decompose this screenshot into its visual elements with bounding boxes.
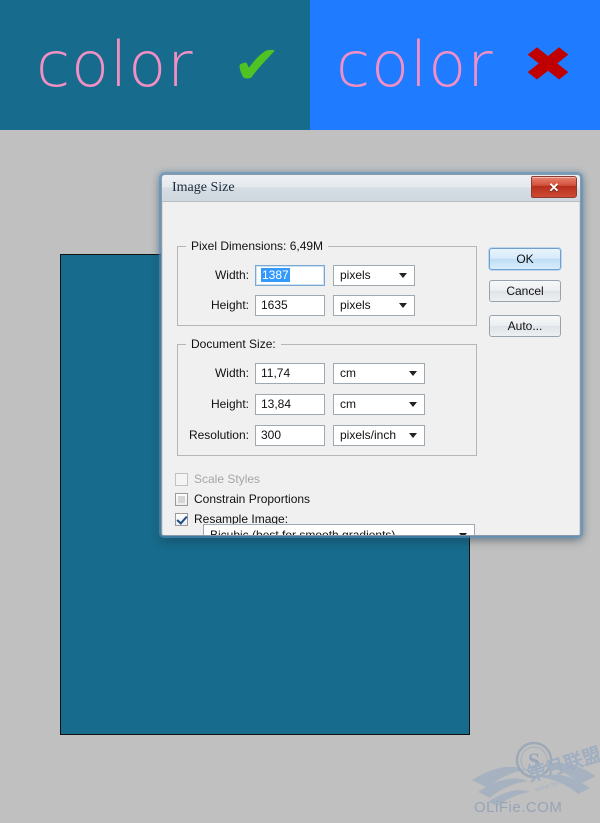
scale-styles-row[interactable]: Scale Styles <box>175 470 260 488</box>
constrain-proportions-checkbox[interactable] <box>175 492 188 506</box>
doc-height-value: 13,84 <box>261 396 292 411</box>
chevron-down-icon <box>399 273 407 278</box>
doc-resolution-row: Resolution: 300 pixels/inch <box>175 424 425 446</box>
dialog-title-text: Image Size <box>172 180 235 195</box>
doc-resolution-input[interactable]: 300 <box>255 424 325 446</box>
doc-resolution-value: 300 <box>261 427 282 442</box>
chevron-down-icon <box>409 433 417 438</box>
comparison-banner: color ✔ color ✖ <box>0 0 600 130</box>
image-size-dialog[interactable]: Image Size ✕ Pixel Dimensions: 6,49M Wid… <box>161 174 581 536</box>
dialog-body: Pixel Dimensions: 6,49M Width: 1387 pixe… <box>162 202 580 536</box>
doc-width-input[interactable]: 11,74 <box>255 362 325 384</box>
doc-height-input[interactable]: 13,84 <box>255 393 325 415</box>
green-check-icon: ✔ <box>232 34 281 96</box>
scale-styles-label: Scale Styles <box>194 472 261 486</box>
doc-height-row: Height: 13,84 cm <box>175 393 425 415</box>
chevron-down-icon <box>409 371 417 376</box>
pixel-height-label: Height: <box>210 298 249 312</box>
doc-resolution-label: Resolution: <box>188 428 249 442</box>
chevron-down-icon <box>399 303 407 308</box>
doc-resolution-unit-select[interactable]: pixels/inch <box>333 424 425 446</box>
close-icon: ✕ <box>548 179 560 195</box>
doc-width-row: Width: 11,74 cm <box>175 362 425 384</box>
dialog-titlebar[interactable]: Image Size ✕ <box>162 175 580 202</box>
pixel-dimensions-legend: Pixel Dimensions: 6,49M <box>186 239 329 253</box>
pixel-width-value: 1387 <box>261 267 290 282</box>
doc-height-unit-select[interactable]: cm <box>333 393 425 415</box>
doc-width-unit-select[interactable]: cm <box>333 362 425 384</box>
pixel-height-unit-select[interactable]: pixels <box>333 294 415 316</box>
pixel-width-unit-value: pixels <box>340 268 371 282</box>
chevron-down-icon <box>409 402 417 407</box>
ok-button[interactable]: OK <box>489 248 561 270</box>
pixel-height-value: 1635 <box>261 297 288 312</box>
constrain-proportions-label: Constrain Proportions <box>194 492 311 506</box>
red-cross-icon: ✖ <box>522 36 573 93</box>
doc-resolution-unit-value: pixels/inch <box>340 428 397 442</box>
resample-method-value: Bicubic (best for smooth gradients) <box>210 528 396 536</box>
pixel-width-label: Width: <box>214 268 249 282</box>
pixel-width-input[interactable]: 1387 <box>255 264 325 286</box>
pixel-height-unit-value: pixels <box>340 298 371 312</box>
resample-image-checkbox[interactable] <box>175 512 188 526</box>
doc-width-unit-value: cm <box>340 366 356 380</box>
cancel-button[interactable]: Cancel <box>489 280 561 302</box>
doc-height-label: Height: <box>210 397 249 411</box>
doc-height-unit-value: cm <box>340 397 356 411</box>
banner-left-word: color <box>36 28 194 101</box>
banner-correct-example: color ✔ <box>0 0 310 130</box>
close-button[interactable]: ✕ <box>531 176 577 198</box>
pixel-width-row: Width: 1387 pixels <box>175 264 415 286</box>
auto-button[interactable]: Auto... <box>489 315 561 337</box>
chevron-down-icon <box>459 533 467 535</box>
resample-method-select[interactable]: Bicubic (best for smooth gradients) <box>203 524 475 536</box>
doc-width-label: Width: <box>214 366 249 380</box>
pixel-height-row: Height: 1635 pixels <box>175 294 415 316</box>
doc-width-value: 11,74 <box>261 365 291 380</box>
banner-incorrect-example: color ✖ <box>310 0 600 130</box>
banner-right-word: color <box>336 28 494 101</box>
pixel-width-unit-select[interactable]: pixels <box>333 264 415 286</box>
scale-styles-checkbox[interactable] <box>175 472 188 486</box>
document-size-legend: Document Size: <box>186 337 281 351</box>
constrain-proportions-row[interactable]: Constrain Proportions <box>175 490 310 508</box>
pixel-height-input[interactable]: 1635 <box>255 294 325 316</box>
